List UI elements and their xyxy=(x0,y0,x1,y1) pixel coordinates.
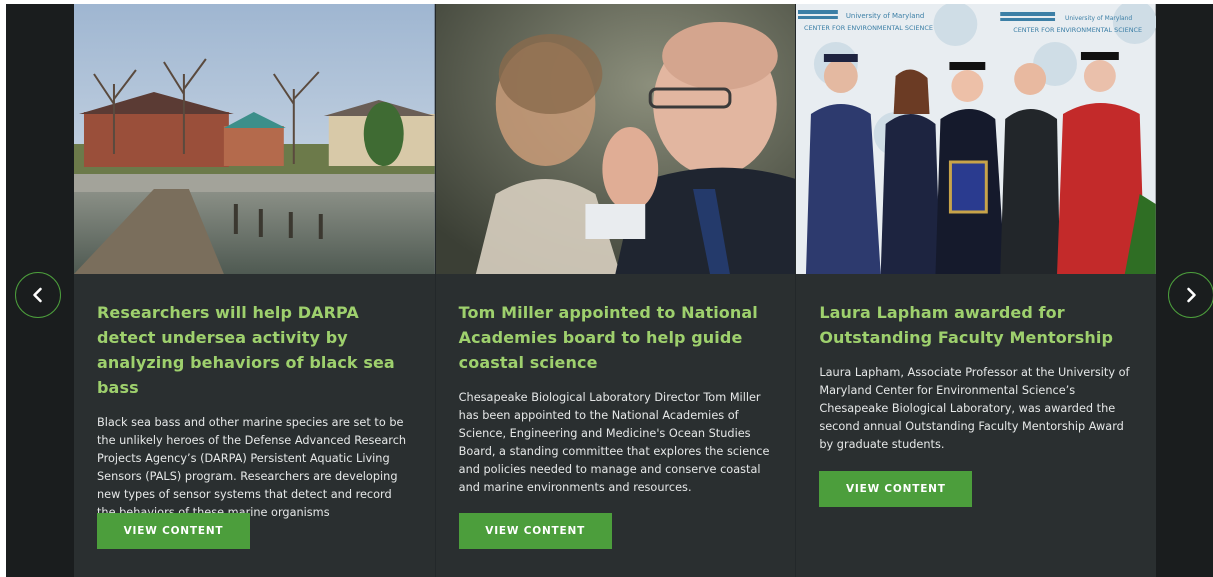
card-description: Chesapeake Biological Laboratory Directo… xyxy=(458,391,770,494)
card-title[interactable]: Laura Lapham awarded for Outstanding Fac… xyxy=(819,300,1134,350)
backdrop-logo-subtext: CENTER FOR ENVIRONMENTAL SCIENCE xyxy=(804,24,933,32)
card-body: Tom Miller appointed to National Academi… xyxy=(436,274,796,497)
carousel-next-button[interactable] xyxy=(1168,272,1213,318)
men-listening-photo[interactable] xyxy=(435,4,796,274)
graduation-group-photo[interactable]: University of Maryland CENTER FOR ENVIRO… xyxy=(796,4,1157,274)
card-description: Black sea bass and other marine species … xyxy=(97,416,407,519)
view-content-button[interactable]: VIEW CONTENT xyxy=(458,513,612,549)
card-body: Researchers will help DARPA detect under… xyxy=(74,274,435,522)
chevron-right-icon xyxy=(1187,287,1196,303)
carousel-prev-button[interactable] xyxy=(15,272,61,318)
news-card: Tom Miller appointed to National Academi… xyxy=(434,4,796,577)
card-description: Laura Lapham, Associate Professor at the… xyxy=(819,366,1130,451)
view-content-button[interactable]: VIEW CONTENT xyxy=(819,471,973,507)
chevron-left-icon xyxy=(33,287,42,303)
backdrop-logo-text: University of Maryland xyxy=(1065,15,1132,22)
news-carousel: Researchers will help DARPA detect under… xyxy=(6,4,1213,577)
waterfront-dock-photo[interactable] xyxy=(74,4,435,274)
view-content-button[interactable]: VIEW CONTENT xyxy=(97,513,250,549)
news-card: Researchers will help DARPA detect under… xyxy=(74,4,435,577)
news-card: University of Maryland CENTER FOR ENVIRO… xyxy=(795,4,1157,577)
card-title[interactable]: Tom Miller appointed to National Academi… xyxy=(459,300,774,375)
card-title[interactable]: Researchers will help DARPA detect under… xyxy=(97,300,413,400)
carousel-cards: Researchers will help DARPA detect under… xyxy=(74,4,1157,577)
backdrop-logo-subtext: CENTER FOR ENVIRONMENTAL SCIENCE xyxy=(1014,26,1143,34)
backdrop-logo-text: University of Maryland xyxy=(846,12,924,20)
card-body: Laura Lapham awarded for Outstanding Fac… xyxy=(796,274,1156,454)
